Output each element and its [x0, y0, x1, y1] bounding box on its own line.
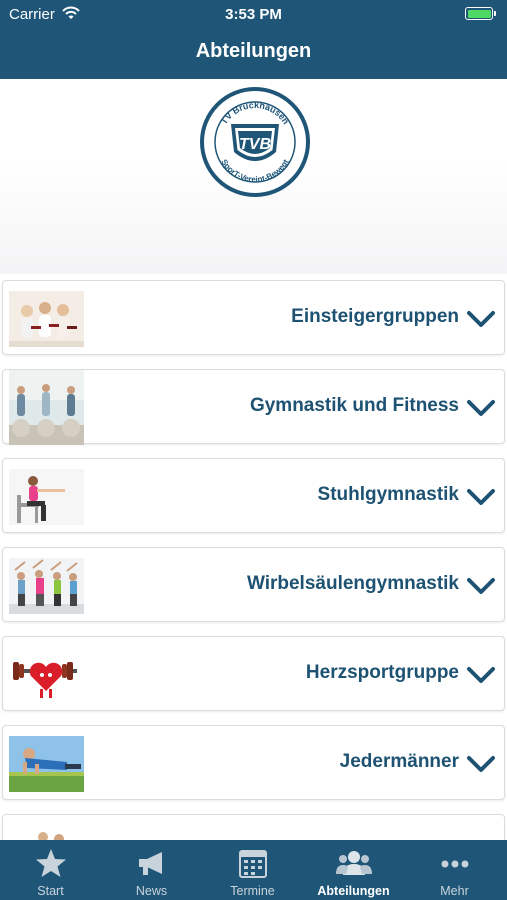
- club-logo: TV Bruckhausen SporT-Vereint-Bewegt TVB: [200, 87, 310, 197]
- department-list: Einsteigergruppen Gymnastik und Fitness: [0, 279, 507, 840]
- department-label: Jedermänner: [339, 751, 459, 772]
- group-icon: [336, 851, 372, 875]
- status-bar: Carrier 3:53 PM: [0, 0, 507, 28]
- tab-mehr[interactable]: Mehr: [404, 840, 505, 900]
- clock: 3:53 PM: [225, 6, 282, 23]
- department-row-stuhlgymnastik[interactable]: Stuhlgymnastik: [2, 458, 505, 533]
- department-label: Stuhlgymnastik: [317, 484, 459, 505]
- department-row-wirbelsaeulengymnastik[interactable]: Wirbelsäulengymnastik: [2, 547, 505, 622]
- tab-label: Mehr: [440, 884, 469, 898]
- calendar-icon: [239, 850, 267, 878]
- tab-start[interactable]: Start: [0, 840, 101, 900]
- chevron-down-icon[interactable]: [466, 308, 496, 330]
- chevron-down-icon[interactable]: [466, 753, 496, 775]
- heart-dumbbell-photo: [9, 647, 84, 703]
- department-row-herzsportgruppe[interactable]: Herzsportgruppe: [2, 636, 505, 711]
- page-title: Abteilungen: [195, 40, 312, 62]
- battery-icon: [465, 7, 496, 20]
- megaphone-icon: [139, 852, 162, 875]
- department-row-gymnastik-und-fitness[interactable]: Gymnastik und Fitness: [2, 369, 505, 445]
- more-dots-icon: [441, 860, 469, 868]
- tab-label: Abteilungen: [317, 884, 390, 898]
- tab-label: Start: [37, 884, 64, 898]
- department-row-jedermaenner[interactable]: Jedermänner: [2, 725, 505, 800]
- gym-ball-class-photo: [9, 370, 84, 445]
- department-row-partial[interactable]: [2, 814, 505, 840]
- tab-termine[interactable]: Termine: [202, 840, 303, 900]
- department-label: Einsteigergruppen: [291, 306, 459, 327]
- chair-exercise-photo: [9, 469, 84, 525]
- tab-bar: Start News Termine Abteilungen Mehr: [0, 840, 507, 900]
- tab-label: News: [135, 884, 168, 898]
- tab-abteilungen[interactable]: Abteilungen: [303, 840, 404, 900]
- tab-news[interactable]: News: [101, 840, 202, 900]
- department-row-einsteigergruppen[interactable]: Einsteigergruppen: [2, 280, 505, 355]
- pushup-man-photo: [9, 736, 84, 792]
- department-label: Gymnastik und Fitness: [249, 395, 459, 416]
- chevron-down-icon[interactable]: [466, 664, 496, 686]
- svg-text:TVB: TVB: [239, 136, 271, 153]
- chevron-down-icon[interactable]: [466, 486, 496, 508]
- dumbbell-women-photo: [9, 291, 84, 347]
- tab-label: Termine: [230, 884, 275, 898]
- department-label: Herzsportgruppe: [305, 662, 459, 683]
- department-label: Wirbelsäulengymnastik: [246, 573, 459, 594]
- logo-banner: TV Bruckhausen SporT-Vereint-Bewegt TVB: [0, 79, 507, 274]
- chevron-down-icon[interactable]: [466, 575, 496, 597]
- star-icon: [36, 849, 66, 877]
- stretching-group-photo: [9, 558, 84, 614]
- partial-thumbnail-photo: [9, 825, 84, 840]
- chevron-down-icon[interactable]: [466, 397, 496, 419]
- navigation-header: Carrier 3:53 PM Abteilungen: [0, 0, 507, 79]
